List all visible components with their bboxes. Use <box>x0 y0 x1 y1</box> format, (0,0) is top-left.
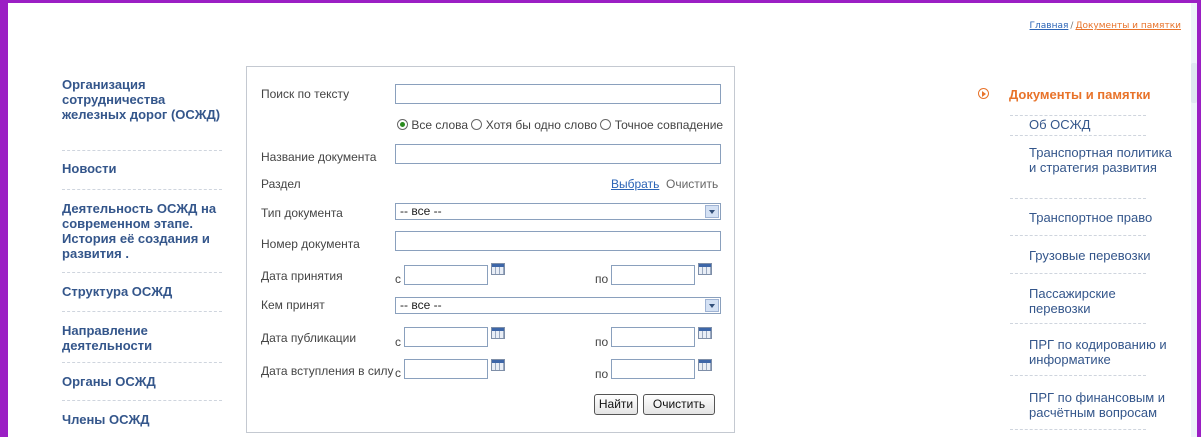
divider <box>1010 375 1146 376</box>
text-search-input[interactable] <box>395 84 721 104</box>
left-nav-item-activity[interactable]: Деятельность ОСЖД на современном этапе. … <box>62 190 222 273</box>
date-published-label: Дата публикации <box>261 331 357 345</box>
section-label: Раздел <box>261 177 301 191</box>
radio-exact-match-label: Точное совпадение <box>614 118 724 132</box>
left-nav-item-bodies[interactable]: Органы ОСЖД <box>62 363 222 401</box>
divider <box>1010 235 1146 236</box>
chevron-down-icon[interactable] <box>705 299 719 312</box>
date-published-to-input[interactable] <box>611 327 695 347</box>
doc-number-label: Номер документа <box>261 237 360 251</box>
right-nav-item-about[interactable]: Об ОСЖД <box>1029 117 1179 132</box>
doc-name-label: Название документа <box>261 150 377 164</box>
right-nav-item-freight[interactable]: Грузовые перевозки <box>1029 248 1179 263</box>
doc-type-label: Тип документа <box>261 206 343 220</box>
vertical-scrollbar[interactable] <box>1191 3 1197 437</box>
match-mode-radio-group: Все слова Хотя бы одно слово Точное совп… <box>397 118 723 132</box>
doc-name-input[interactable] <box>395 144 721 164</box>
doc-number-input[interactable] <box>395 231 721 251</box>
right-nav-item-transport-policy[interactable]: Транспортная политика и стратегия развит… <box>1029 145 1179 175</box>
calendar-icon[interactable] <box>491 359 505 371</box>
right-nav-item-passenger[interactable]: Пассажирские перевозки <box>1029 286 1179 316</box>
accepted-by-select[interactable]: -- все -- <box>395 297 721 314</box>
document-search-panel: Поиск по тексту Все слова Хотя бы одно с… <box>246 66 735 433</box>
divider <box>1010 323 1146 324</box>
right-nav: Документы и памятки Об ОСЖД Транспортная… <box>978 87 1178 430</box>
divider <box>1010 273 1146 274</box>
date-accepted-label: Дата принятия <box>261 269 343 283</box>
clear-button[interactable]: Очистить <box>643 394 715 415</box>
radio-all-words-label: Все слова <box>411 118 469 132</box>
date-published-from-input[interactable] <box>404 327 488 347</box>
breadcrumb-separator: / <box>1070 21 1074 31</box>
doc-type-selected: -- все -- <box>400 204 442 218</box>
date-accepted-to-label: по <box>595 272 609 286</box>
divider <box>1010 429 1146 430</box>
breadcrumb: Главная / Документы и памятки <box>1030 21 1181 31</box>
play-circle-icon <box>978 88 989 99</box>
date-accepted-from-input[interactable] <box>404 265 488 285</box>
left-nav-item-directions[interactable]: Направление деятельности <box>62 312 222 363</box>
breadcrumb-home-link[interactable]: Главная <box>1030 21 1069 31</box>
breadcrumb-current-link[interactable]: Документы и памятки <box>1075 21 1181 31</box>
right-nav-item-finance[interactable]: ПРГ по финансовым и расчётным вопросам <box>1029 390 1179 420</box>
date-effective-to-label: по <box>595 367 609 381</box>
calendar-icon[interactable] <box>698 263 712 275</box>
left-nav: Организация сотрудничества железных доро… <box>62 77 222 427</box>
radio-any-word-label: Хотя бы одно слово <box>485 118 597 132</box>
radio-any-word[interactable] <box>471 119 483 130</box>
left-nav-item-osjd-org[interactable]: Организация сотрудничества железных доро… <box>62 77 222 151</box>
date-accepted-from-label: с <box>395 272 401 286</box>
right-nav-item-coding[interactable]: ПРГ по кодированию и информатике <box>1029 337 1179 367</box>
text-search-label: Поиск по тексту <box>261 87 350 101</box>
divider <box>1010 198 1146 199</box>
date-effective-from-input[interactable] <box>404 359 488 379</box>
find-button[interactable]: Найти <box>594 394 638 415</box>
doc-type-select[interactable]: -- все -- <box>395 203 721 220</box>
accepted-by-selected: -- все -- <box>400 298 442 312</box>
chevron-down-icon[interactable] <box>705 205 719 218</box>
scrollbar-thumb[interactable] <box>1191 63 1197 103</box>
calendar-icon[interactable] <box>698 359 712 371</box>
date-published-to-label: по <box>595 335 609 349</box>
section-select-link[interactable]: Выбрать <box>611 177 659 191</box>
accepted-by-label: Кем принят <box>261 298 325 312</box>
calendar-icon[interactable] <box>491 327 505 339</box>
date-effective-to-input[interactable] <box>611 359 695 379</box>
date-effective-from-label: с <box>395 366 401 380</box>
radio-all-words[interactable] <box>397 119 408 130</box>
calendar-icon[interactable] <box>491 263 505 275</box>
right-nav-heading-label: Документы и памятки <box>1009 87 1151 102</box>
date-published-from-label: с <box>395 335 401 349</box>
divider <box>1010 135 1146 136</box>
right-nav-item-transport-law[interactable]: Транспортное право <box>1029 210 1179 225</box>
left-nav-item-news[interactable]: Новости <box>62 151 222 190</box>
left-nav-item-members[interactable]: Члены ОСЖД <box>62 401 222 427</box>
divider <box>1010 115 1146 116</box>
date-effective-label: Дата вступления в силу <box>261 364 394 378</box>
date-accepted-to-input[interactable] <box>611 265 695 285</box>
calendar-icon[interactable] <box>698 327 712 339</box>
section-clear-link[interactable]: Очистить <box>666 177 718 191</box>
radio-exact-match[interactable] <box>600 119 612 130</box>
right-nav-heading[interactable]: Документы и памятки <box>978 87 1178 103</box>
left-nav-item-structure[interactable]: Структура ОСЖД <box>62 273 222 312</box>
